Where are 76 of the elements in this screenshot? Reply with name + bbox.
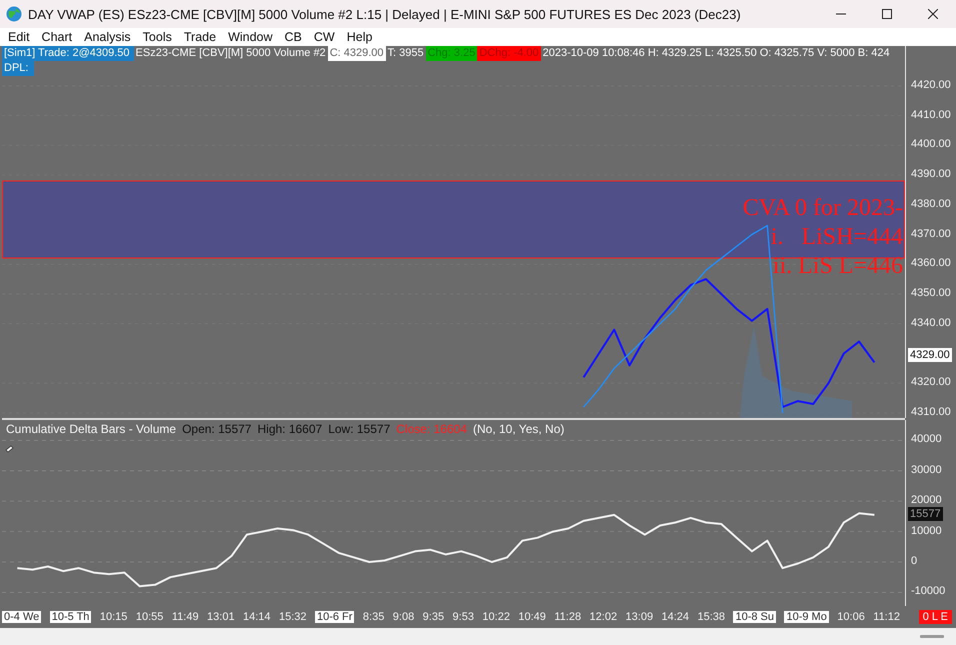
axis-label: 4360.00 xyxy=(911,257,951,270)
time-label: 13:01 xyxy=(207,611,235,623)
time-label: 9:53 xyxy=(452,611,474,623)
annotation-text: i. LiSH=444 xyxy=(770,223,903,252)
close-icon xyxy=(928,9,938,19)
time-label: 9:35 xyxy=(422,611,444,623)
indicator-field: Close: 16604 xyxy=(396,422,467,436)
time-label: 8:35 xyxy=(362,611,384,623)
info-field: DChg: -4.00 xyxy=(477,46,541,61)
axis-label: 4350.00 xyxy=(911,287,951,299)
window-title: DAY VWAP (ES) ESz23-CME [CBV][M] 5000 Volume #2 L:15 | Delayed | E-MINI S&P 500 FUTURES ES Dec 2023 (Dec23) xyxy=(28,6,742,22)
time-label: 11:28 xyxy=(554,611,582,623)
menu-item[interactable]: Help xyxy=(340,30,378,44)
time-label: 15:32 xyxy=(279,611,307,623)
time-label: 9:08 xyxy=(392,611,414,623)
axis-label: 4420.00 xyxy=(911,78,951,91)
time-label: 14:24 xyxy=(662,611,690,623)
axis-label: 4370.00 xyxy=(911,228,951,240)
maximize-icon xyxy=(882,9,892,19)
info-field: C: 4329.00 xyxy=(328,46,386,61)
info-field: T: 3955 xyxy=(386,46,426,61)
time-label: 10:55 xyxy=(136,611,164,623)
last-price-label: 4329.00 xyxy=(908,348,952,362)
axis-label: 4320.00 xyxy=(911,376,951,388)
menu-item[interactable]: Analysis xyxy=(78,30,137,44)
axis-label: 20000 xyxy=(911,494,942,506)
axis-label: -10000 xyxy=(911,585,946,598)
axis-label: 4400.00 xyxy=(911,138,951,150)
menu-item[interactable]: Edit xyxy=(2,30,36,44)
axis-label: 4340.00 xyxy=(911,316,951,329)
axis-label: 40000 xyxy=(911,433,942,446)
axis-label: 10000 xyxy=(911,524,942,537)
axis-label: 0 xyxy=(911,554,918,567)
indicator-field: Open: 15577 xyxy=(182,422,252,436)
axis-label: 4410.00 xyxy=(911,108,951,121)
indicator-field: High: 16607 xyxy=(257,422,322,436)
resize-grip[interactable] xyxy=(920,635,944,638)
time-label: 11:12 xyxy=(873,611,900,623)
time-label: 12:02 xyxy=(590,611,618,623)
annotation-text: CVA 0 for 2023- xyxy=(742,194,903,223)
indicator-field: (No, 10, Yes, No) xyxy=(472,422,564,436)
time-label: 14:14 xyxy=(243,611,271,623)
info-field: ESz23-CME [CBV][M] 5000 Volume #2 xyxy=(134,46,328,61)
time-label: 15:38 xyxy=(698,611,726,623)
axis-label: 4380.00 xyxy=(911,198,951,210)
menu-item[interactable]: Trade xyxy=(178,30,222,44)
time-label: 10-9 Mo xyxy=(784,611,829,623)
menu-item[interactable]: Tools xyxy=(136,30,178,44)
axis-label: 4310.00 xyxy=(911,406,951,418)
indicator-field: Low: 15577 xyxy=(328,422,390,436)
dpl-label: DPL: xyxy=(2,61,34,76)
time-label: 10:49 xyxy=(518,611,546,623)
menu-item[interactable]: Window xyxy=(222,30,279,44)
time-label: 13:09 xyxy=(626,611,654,623)
menu-item[interactable]: CW xyxy=(308,30,341,44)
axis-label: 30000 xyxy=(911,464,942,476)
time-label: 10-6 Fr xyxy=(314,611,354,623)
indicator-field: Cumulative Delta Bars - Volume xyxy=(6,422,176,436)
status-badge: 0 L E xyxy=(918,610,952,624)
info-field: Chg: 3.25 xyxy=(426,46,478,61)
menu-item[interactable]: CB xyxy=(278,30,308,44)
time-label: 10:15 xyxy=(100,611,128,623)
time-label: 10:06 xyxy=(837,611,865,623)
info-field: [Sim1] Trade: 2@4309.50 xyxy=(2,46,134,61)
time-label: 10-8 Su xyxy=(733,611,776,623)
marker-icon xyxy=(6,446,14,452)
time-label: 10:22 xyxy=(482,611,510,623)
annotation-text: ii. LiS L=446 xyxy=(772,252,903,281)
menu-item[interactable]: Chart xyxy=(36,30,78,44)
last-value-label: 15577 xyxy=(908,506,943,521)
time-label: 11:49 xyxy=(172,611,199,623)
time-label: 0-4 We xyxy=(2,611,42,623)
axis-label: 4390.00 xyxy=(911,168,951,180)
info-field: 2023-10-09 10:08:46 H: 4329.25 L: 4325.50 O: 4325.75 V: 5000 B: 424 xyxy=(540,46,892,61)
time-label: 10-5 Th xyxy=(50,611,92,623)
globe-icon xyxy=(6,6,22,22)
